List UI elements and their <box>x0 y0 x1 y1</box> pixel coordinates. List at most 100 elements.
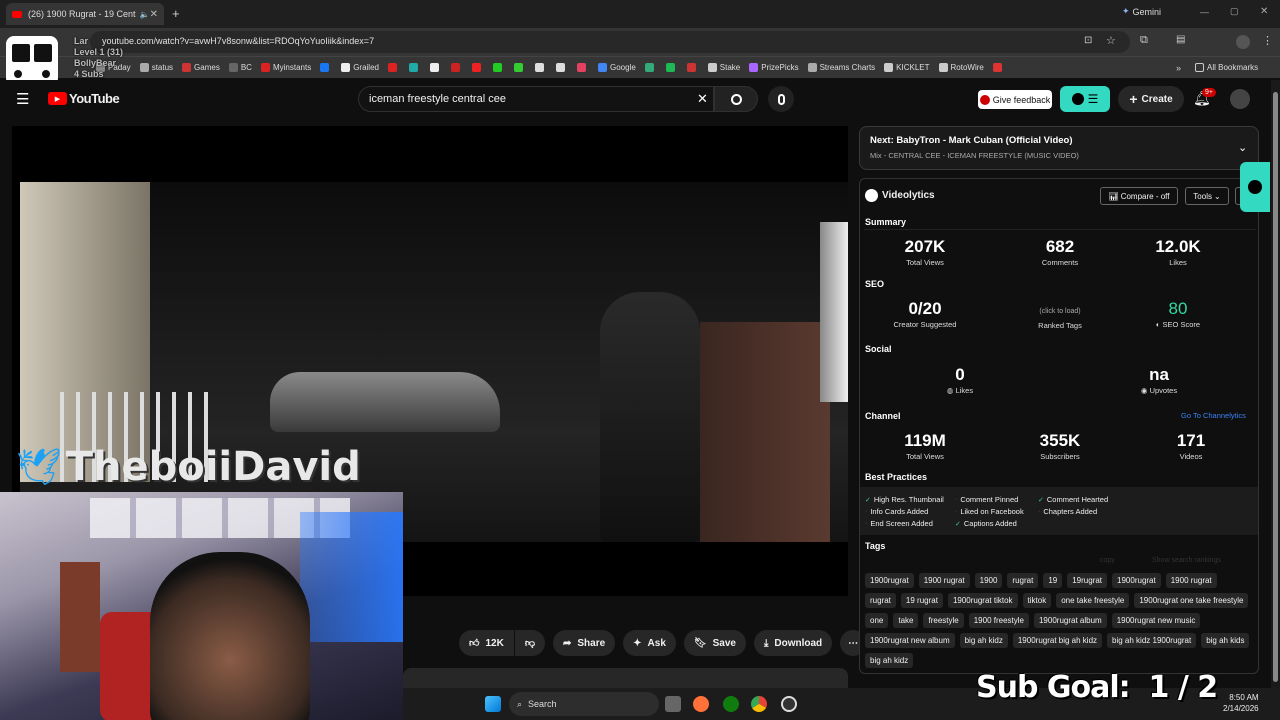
tag-chip[interactable]: 1900rugrat album <box>1033 613 1107 628</box>
voice-search-button[interactable] <box>768 86 794 112</box>
page-scrollbar[interactable] <box>1271 80 1280 688</box>
bookmark-item[interactable]: BC <box>228 63 252 72</box>
tag-chip[interactable]: 1900 rugrat <box>1165 573 1217 588</box>
tag-chip[interactable]: 19 <box>1043 573 1063 588</box>
tag-chip[interactable]: big ah kidz <box>865 653 914 668</box>
tools-button[interactable]: Tools ⌄ <box>1185 187 1229 205</box>
task-view-icon[interactable] <box>665 696 681 712</box>
gemini-button[interactable]: ✦ Gemini <box>1122 6 1161 17</box>
bookmark-item[interactable]: Stake <box>707 63 740 72</box>
like-button[interactable]: 👍︎ 12K <box>459 630 514 656</box>
tag-chip[interactable]: 1900 rugrat <box>918 573 970 588</box>
bookmark-item[interactable] <box>534 63 547 72</box>
windows-start-icon[interactable] <box>485 696 501 712</box>
download-button[interactable]: ⤓ Download <box>753 630 833 656</box>
tag-chip[interactable]: 1900 freestyle <box>968 613 1029 628</box>
speaker-icon[interactable]: 🔈 <box>140 10 150 19</box>
copy-tags-button[interactable]: copy <box>1100 557 1115 564</box>
close-tab-icon[interactable]: ✕ <box>150 9 158 20</box>
chrome-icon[interactable] <box>751 696 767 712</box>
bookmark-item[interactable] <box>471 63 484 72</box>
tag-chip[interactable]: 1900rugrat big ah kidz <box>1012 633 1103 648</box>
give-feedback-button[interactable]: Give feedback <box>978 90 1052 109</box>
obs-icon[interactable] <box>781 696 797 712</box>
search-button[interactable] <box>714 86 758 112</box>
tag-chip[interactable]: 1900rugrat new music <box>1111 613 1201 628</box>
tag-chip[interactable]: tiktok <box>1022 593 1052 608</box>
firefox-icon[interactable] <box>693 696 709 712</box>
menu-kebab-icon[interactable]: ⋮ <box>1262 34 1273 47</box>
bookmark-item[interactable] <box>513 63 526 72</box>
create-button[interactable]: + Create <box>1118 86 1184 112</box>
new-tab-icon[interactable]: + <box>172 6 180 21</box>
bookmark-item[interactable] <box>492 63 505 72</box>
ask-button[interactable]: ✦ Ask <box>623 630 676 656</box>
bookmark-item[interactable]: Google <box>597 63 636 72</box>
bookmark-item[interactable] <box>992 63 1005 72</box>
bookmark-item[interactable]: status <box>139 63 173 72</box>
tag-chip[interactable]: 1900 <box>974 573 1003 588</box>
bookmark-item[interactable] <box>320 63 332 72</box>
tag-chip[interactable]: one take freestyle <box>1056 593 1130 608</box>
omnibox[interactable]: youtube.com/watch?v=avwH7v8sonw&list=RDO… <box>90 31 1130 53</box>
vidiq-side-tab[interactable] <box>1240 162 1270 212</box>
bookmark-item[interactable] <box>686 63 699 72</box>
account-avatar[interactable] <box>1230 89 1250 109</box>
dislike-button[interactable]: 👎︎ <box>514 630 545 656</box>
bookmark-item[interactable]: Games <box>182 63 220 72</box>
tag-chip[interactable]: 1900rugrat new album <box>865 633 955 648</box>
bookmark-item[interactable] <box>576 63 589 72</box>
description-box[interactable] <box>403 668 848 688</box>
bookmark-item[interactable]: Grailed <box>341 63 379 72</box>
tag-chip[interactable]: rugrat <box>865 593 896 608</box>
youtube-logo[interactable]: ▶ YouTube <box>48 91 120 106</box>
system-clock[interactable]: 8:50 AM 2/14/2026 <box>1223 692 1259 714</box>
tag-chip[interactable]: big ah kidz 1900rugrat <box>1107 633 1197 648</box>
up-next-box[interactable]: Next: BabyTron - Mark Cuban (Official Vi… <box>859 126 1259 170</box>
tag-chip[interactable]: freestyle <box>923 613 964 628</box>
tag-chip[interactable]: big ah kidz <box>959 633 1008 648</box>
hamburger-menu-icon[interactable]: ☰ <box>16 90 29 108</box>
chevron-down-icon[interactable]: ⌄ <box>1238 141 1247 154</box>
minimize-icon[interactable]: — <box>1200 7 1209 17</box>
tag-chip[interactable]: one <box>865 613 889 628</box>
search-input[interactable]: iceman freestyle central cee <box>358 86 714 112</box>
bookmark-item[interactable] <box>665 63 678 72</box>
profile-avatar[interactable] <box>1236 35 1250 49</box>
extensions-icon[interactable]: ⧉ <box>1140 34 1148 47</box>
bookmark-item[interactable]: KICKLET <box>884 63 930 72</box>
save-button[interactable]: 🔖︎ Save <box>683 630 746 656</box>
restore-icon[interactable]: ▢ <box>1230 6 1239 17</box>
install-icon[interactable]: ⊡ <box>1084 35 1092 46</box>
all-bookmarks[interactable]: All Bookmarks <box>1195 63 1258 72</box>
seo-ranked-tags[interactable]: (click to load) Ranked Tags <box>1005 307 1115 330</box>
bookmark-item[interactable]: Streams Charts <box>807 63 875 72</box>
bookmark-item[interactable]: PrizePicks <box>749 63 799 72</box>
bookmark-item[interactable] <box>450 63 463 72</box>
vidiq-toggle-button[interactable]: ☰ <box>1060 86 1110 112</box>
bookmark-item[interactable] <box>429 63 442 72</box>
scrollbar-thumb[interactable] <box>1273 92 1278 682</box>
sidepanel-icon[interactable]: ▤ <box>1176 34 1185 45</box>
share-button[interactable]: ➦ Share <box>552 630 616 656</box>
more-bookmarks-icon[interactable]: » <box>1176 63 1181 73</box>
tag-chip[interactable]: 1900rugrat <box>865 573 914 588</box>
tag-chip[interactable]: 1900rugrat <box>1112 573 1161 588</box>
channelytics-link[interactable]: Go To Channelytics <box>1181 411 1246 420</box>
tag-chip[interactable]: take <box>893 613 919 628</box>
tag-chip[interactable]: 19 rugrat <box>900 593 943 608</box>
tag-chip[interactable]: rugrat <box>1007 573 1039 588</box>
close-window-icon[interactable]: ✕ <box>1260 6 1268 17</box>
tag-chip[interactable]: 19rugrat <box>1067 573 1108 588</box>
compare-button[interactable]: 📊︎ Compare - off <box>1100 187 1178 205</box>
tag-chip[interactable]: 1900rugrat tiktok <box>947 593 1018 608</box>
bookmark-item[interactable] <box>387 63 400 72</box>
bookmark-item[interactable]: Myinstants <box>260 63 311 72</box>
bookmark-item[interactable] <box>644 63 657 72</box>
xbox-icon[interactable] <box>723 696 739 712</box>
browser-tab[interactable]: (26) 1900 Rugrat - 19 Cent 🔈 ✕ <box>6 3 164 25</box>
bookmark-item[interactable]: RotoWire <box>938 63 984 72</box>
show-rankings-button[interactable]: Show search rankings <box>1152 557 1221 564</box>
bookmark-item[interactable] <box>555 63 568 72</box>
tag-chip[interactable]: big ah kids <box>1201 633 1250 648</box>
